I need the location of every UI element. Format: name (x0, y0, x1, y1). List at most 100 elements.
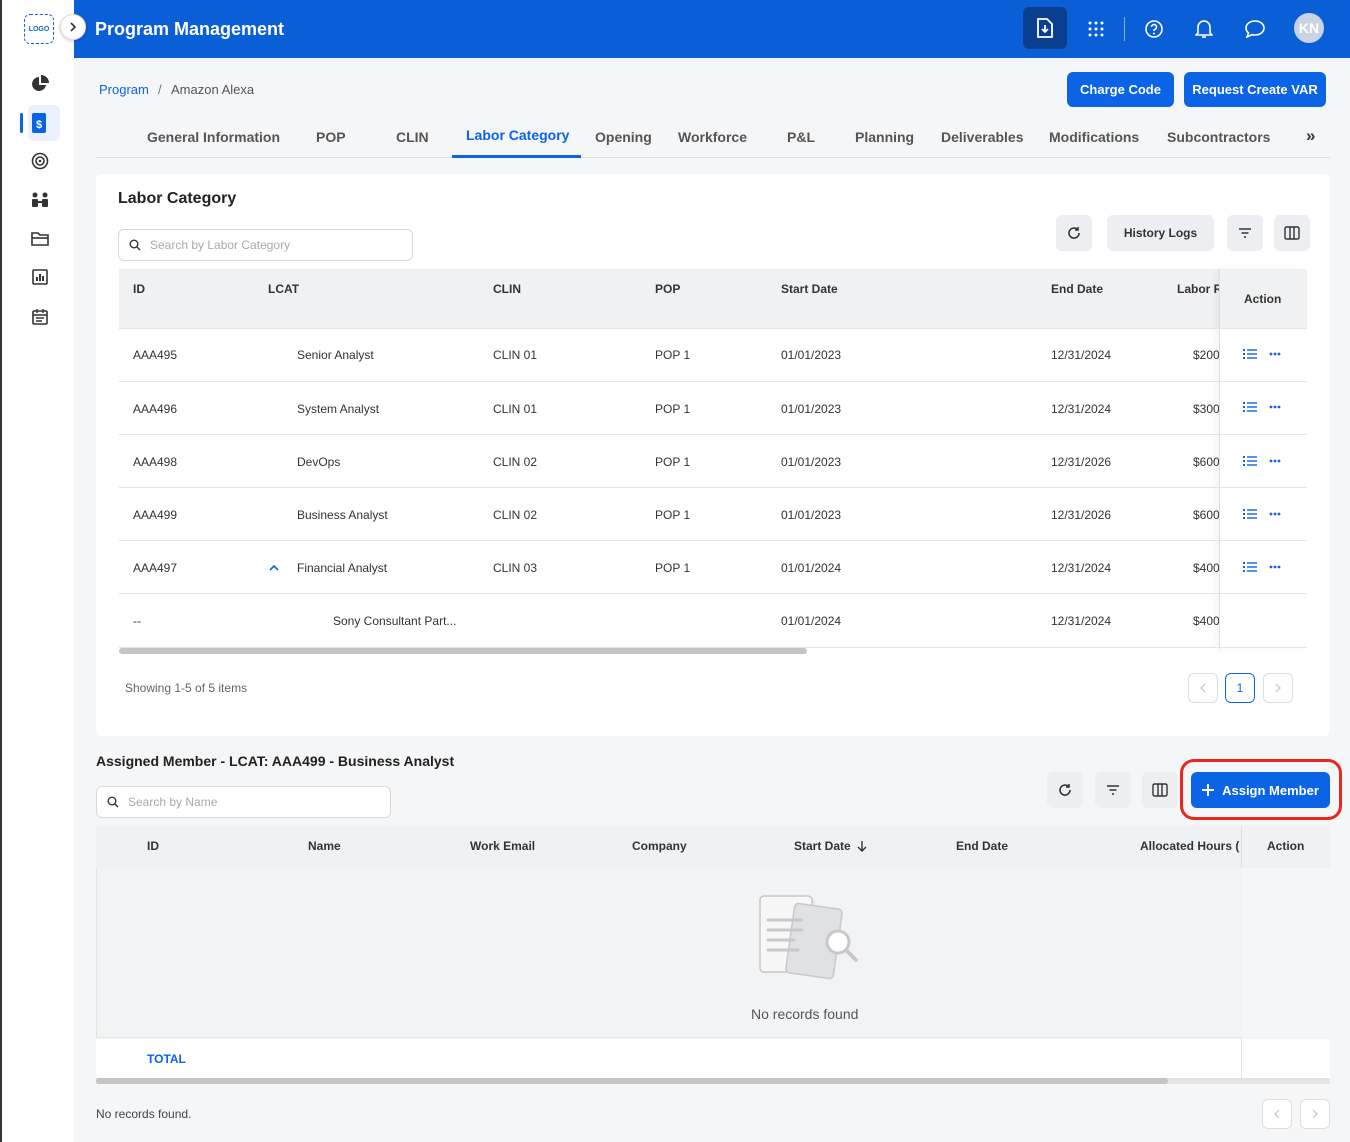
cell-lcat: Senior Analyst (297, 348, 374, 362)
columns-button[interactable] (1274, 215, 1310, 251)
columns-icon (1152, 783, 1168, 797)
search-icon (129, 239, 141, 251)
tab-planning[interactable]: Planning (855, 129, 914, 145)
list-icon[interactable] (1243, 508, 1257, 520)
member-next-page-button[interactable] (1300, 1099, 1330, 1129)
labor-category-search-input[interactable]: Search by Labor Category (118, 229, 413, 261)
col-pop: POP (655, 282, 681, 296)
cell-start: 01/01/2023 (781, 402, 842, 416)
bell-icon[interactable] (1188, 13, 1220, 45)
refresh-icon (1059, 784, 1071, 796)
cell-start: 01/01/2024 (781, 614, 842, 628)
member-search-input[interactable]: Search by Name (96, 786, 391, 818)
cell-rate: $600 (1193, 508, 1219, 522)
pagination-summary: Showing 1-5 of 5 items (125, 681, 248, 695)
cell-rate: $600 (1193, 455, 1219, 469)
member-refresh-button[interactable] (1047, 772, 1083, 808)
refresh-button[interactable] (1056, 215, 1092, 251)
cell-lcat: Business Analyst (297, 508, 388, 522)
more-icon[interactable] (1269, 352, 1281, 356)
cell-id: AAA497 (133, 561, 178, 575)
tab-labor-category[interactable]: Labor Category (466, 127, 569, 143)
empty-state-panel (96, 868, 1242, 1038)
collapse-row-button[interactable] (268, 561, 280, 579)
list-icon[interactable] (1243, 561, 1257, 573)
tab-general-information[interactable]: General Information (147, 129, 280, 145)
col-start-date[interactable]: Start Date (794, 839, 867, 853)
chevron-right-icon (70, 22, 77, 32)
search-placeholder: Search by Labor Category (150, 238, 291, 252)
tab-subcontractors[interactable]: Subcontractors (1167, 129, 1270, 145)
reports-icon[interactable] (28, 265, 52, 289)
tab-pop[interactable]: POP (316, 129, 346, 145)
cell-pop: POP 1 (655, 508, 691, 522)
more-icon[interactable] (1269, 459, 1281, 463)
member-prev-page-button[interactable] (1262, 1099, 1292, 1129)
tab-deliverables[interactable]: Deliverables (941, 129, 1024, 145)
more-icon[interactable] (1269, 405, 1281, 409)
cell-pop: POP 1 (655, 402, 691, 416)
member-columns-button[interactable] (1142, 772, 1178, 808)
svg-text:$: $ (36, 119, 42, 131)
more-icon[interactable] (1269, 512, 1281, 516)
next-page-button[interactable] (1263, 673, 1293, 703)
tab-workforce[interactable]: Workforce (678, 129, 747, 145)
page-1-button[interactable]: 1 (1225, 673, 1255, 703)
prev-page-button[interactable] (1188, 673, 1218, 703)
list-icon[interactable] (1243, 401, 1257, 413)
tab-active-indicator (452, 155, 581, 158)
cell-end: 12/31/2024 (1051, 614, 1112, 628)
labor-table-scrollbar[interactable] (119, 648, 807, 654)
history-logs-button[interactable]: History Logs (1107, 215, 1214, 251)
assign-member-button[interactable]: Assign Member (1191, 772, 1330, 808)
filter-button[interactable] (1227, 215, 1263, 251)
cell-id: AAA496 (133, 402, 178, 416)
col-allocated-hours: Allocated Hours (I (1140, 839, 1240, 853)
request-create-var-button[interactable]: Request Create VAR (1184, 72, 1326, 107)
cell-end: 12/31/2024 (1051, 561, 1112, 575)
folder-icon[interactable] (28, 227, 52, 251)
sidebar-expand-button[interactable] (60, 14, 86, 40)
assign-member-label: Assign Member (1222, 782, 1319, 798)
more-icon[interactable] (1269, 565, 1281, 569)
row-actions (1243, 508, 1281, 520)
apps-grid-icon[interactable] (1080, 13, 1112, 45)
target-icon[interactable] (28, 149, 52, 173)
col-work-email: Work Email (470, 839, 536, 853)
filter-icon (1107, 785, 1119, 795)
columns-icon (1284, 226, 1300, 240)
row-divider (119, 487, 1307, 488)
member-filter-button[interactable] (1095, 772, 1131, 808)
cell-start: 01/01/2023 (781, 348, 842, 362)
charge-code-button[interactable]: Charge Code (1067, 72, 1174, 107)
tab-clin[interactable]: CLIN (396, 129, 429, 145)
avatar[interactable]: KN (1294, 13, 1324, 43)
top-header: Program Management KN (74, 0, 1350, 58)
calendar-icon[interactable] (28, 304, 52, 328)
cell-rate: $400 (1193, 561, 1219, 575)
list-icon[interactable] (1243, 348, 1257, 360)
cell-clin: CLIN 01 (493, 348, 538, 362)
breadcrumb-program-link[interactable]: Program (99, 82, 149, 97)
programs-icon[interactable]: $ (28, 111, 52, 135)
people-icon[interactable] (28, 188, 52, 212)
dashboard-pie-icon[interactable] (28, 72, 52, 96)
labor-category-title: Labor Category (118, 190, 237, 207)
sidebar-active-indicator (20, 113, 23, 133)
breadcrumb-separator: / (158, 82, 162, 97)
tab-modifications[interactable]: Modifications (1049, 129, 1139, 145)
member-table-scrollbar[interactable] (96, 1078, 1168, 1084)
chevron-up-icon (269, 564, 279, 571)
cell-clin: CLIN 02 (493, 455, 538, 469)
list-icon[interactable] (1243, 455, 1257, 467)
tab-pl[interactable]: P&L (787, 129, 815, 145)
tabs-more-button[interactable]: » (1306, 126, 1315, 146)
download-button[interactable] (1023, 7, 1067, 49)
tab-opening[interactable]: Opening (595, 129, 652, 145)
cell-id: -- (133, 614, 141, 628)
col-labor-rate: Labor R (1177, 282, 1219, 296)
help-icon[interactable] (1138, 13, 1170, 45)
chat-icon[interactable] (1239, 13, 1271, 45)
col-end-date: End Date (1051, 282, 1104, 296)
row-actions (1243, 348, 1281, 360)
